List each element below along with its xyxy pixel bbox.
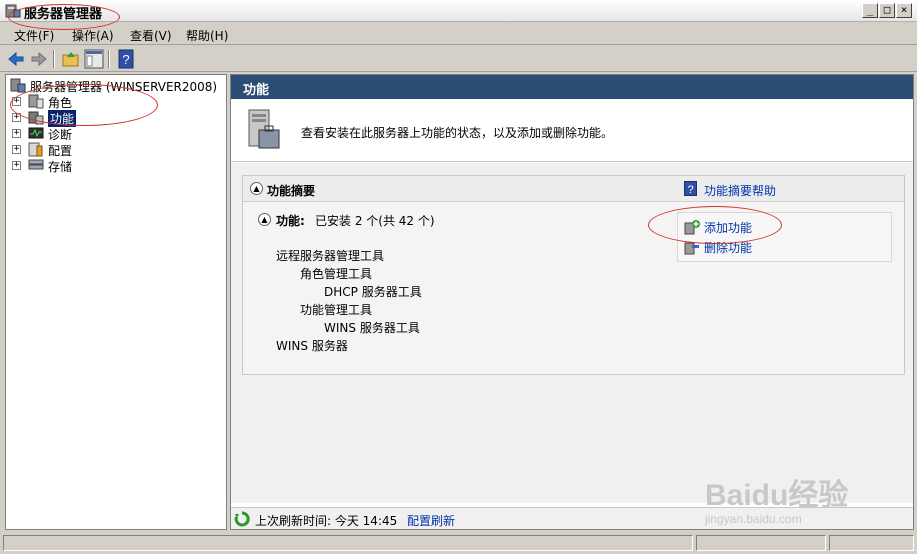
features-label: 功能:	[276, 214, 305, 228]
toolbar: ?	[0, 46, 917, 72]
tree-item-label: 功能	[48, 110, 77, 127]
tree-item-storage[interactable]: + 存储	[12, 158, 222, 174]
last-refresh-text: 上次刷新时间: 今天 14:45	[255, 514, 398, 528]
svg-text:?: ?	[687, 184, 693, 196]
page-title: 功能	[231, 75, 913, 99]
add-feature-icon	[684, 220, 700, 235]
tree-item-features[interactable]: + 功能	[12, 110, 222, 127]
tree-item-label: 配置	[48, 144, 73, 158]
feature-item: DHCP 服务器工具	[324, 285, 422, 299]
watermark-url: jingyan.baidu.com	[705, 512, 802, 526]
features-large-icon	[248, 109, 280, 149]
forward-arrow-icon[interactable]	[29, 49, 49, 69]
tree-item-label: 角色	[48, 96, 73, 110]
svg-text:?: ?	[122, 52, 129, 67]
watermark-brand: Baidu经验	[705, 479, 849, 512]
expand-toggle[interactable]: +	[12, 113, 21, 122]
refresh-icon	[234, 511, 250, 527]
remove-feature-icon	[684, 242, 699, 255]
content-area: ▲ 功能摘要 ? 功能摘要帮助 ▲ 功能: 已安装 2 个(共 42 个) 远程…	[231, 163, 913, 503]
tree-item-roles[interactable]: + 角色	[12, 94, 222, 110]
intro-description: 查看安装在此服务器上功能的状态，以及添加或删除功能。	[301, 126, 614, 140]
window-title: 服务器管理器	[24, 7, 103, 22]
status-cell	[3, 535, 693, 551]
toolbar-separator	[53, 50, 55, 68]
menu-bar: 文件(F) 操作(A) 查看(V) 帮助(H)	[0, 23, 917, 45]
help-icon: ?	[684, 181, 697, 196]
close-button[interactable]: ×	[896, 3, 912, 18]
toolbar-separator	[108, 50, 110, 68]
expand-toggle[interactable]: +	[12, 145, 21, 154]
server-manager-icon	[5, 4, 21, 18]
storage-icon	[28, 159, 44, 170]
feature-item: WINS 服务器	[276, 339, 348, 353]
roles-icon	[28, 94, 44, 109]
features-status: 已安装 2 个(共 42 个)	[315, 214, 435, 228]
show-hide-console-tree-icon[interactable]	[84, 49, 104, 69]
console-tree: 服务器管理器 (WINSERVER2008) + 角色 + 功能 + 诊断 + …	[5, 74, 227, 530]
tree-root-label: 服务器管理器 (WINSERVER2008)	[30, 80, 218, 94]
feature-item: 远程服务器管理工具	[276, 249, 385, 263]
menu-action[interactable]: 操作(A)	[72, 27, 114, 44]
expand-toggle[interactable]: +	[12, 161, 21, 170]
help-icon[interactable]: ?	[116, 49, 136, 69]
menu-view[interactable]: 查看(V)	[130, 27, 172, 44]
actions-panel: 添加功能 删除功能	[677, 212, 892, 262]
features-summary-panel: ▲ 功能摘要 ? 功能摘要帮助 ▲ 功能: 已安装 2 个(共 42 个) 远程…	[242, 175, 905, 375]
main-pane: 功能 查看安装在此服务器上功能的状态，以及添加或删除功能。 ▲ 功能摘要 ? 功…	[230, 74, 914, 530]
feature-item: 角色管理工具	[300, 267, 373, 281]
tree-item-configuration[interactable]: + 配置	[12, 142, 222, 158]
collapse-summary-button[interactable]: ▲	[250, 182, 263, 195]
remove-feature-link[interactable]: 删除功能	[704, 239, 752, 256]
status-cell	[829, 535, 914, 551]
window-status-bar	[0, 532, 917, 554]
configure-refresh-link[interactable]: 配置刷新	[407, 512, 455, 529]
back-arrow-icon[interactable]	[6, 49, 26, 69]
tree-item-diagnostics[interactable]: + 诊断	[12, 126, 222, 142]
title-bar: 服务器管理器 _ □ ×	[0, 0, 917, 22]
feature-item: WINS 服务器工具	[324, 321, 420, 335]
server-manager-icon	[10, 78, 26, 93]
minimize-button[interactable]: _	[862, 3, 878, 18]
expand-toggle[interactable]: +	[12, 129, 21, 138]
summary-header: ▲ 功能摘要 ? 功能摘要帮助	[243, 176, 904, 202]
summary-title: 功能摘要	[267, 184, 316, 198]
expand-toggle[interactable]: +	[12, 97, 21, 106]
add-feature-link[interactable]: 添加功能	[704, 219, 752, 236]
feature-item: 功能管理工具	[300, 303, 373, 317]
menu-help[interactable]: 帮助(H)	[186, 27, 228, 44]
tree-root[interactable]: 服务器管理器 (WINSERVER2008)	[10, 78, 225, 94]
collapse-features-button[interactable]: ▲	[258, 213, 271, 226]
menu-file[interactable]: 文件(F)	[14, 27, 54, 44]
maximize-button[interactable]: □	[879, 3, 895, 18]
tree-item-label: 诊断	[48, 128, 73, 142]
features-icon	[28, 111, 44, 125]
intro-section: 查看安装在此服务器上功能的状态，以及添加或删除功能。	[231, 100, 913, 162]
summary-help-link[interactable]: 功能摘要帮助	[704, 182, 776, 199]
tree-item-label: 存储	[48, 160, 73, 174]
configuration-icon	[28, 142, 43, 157]
diagnostics-icon	[28, 127, 44, 139]
up-folder-icon[interactable]	[61, 49, 81, 69]
status-cell	[696, 535, 826, 551]
